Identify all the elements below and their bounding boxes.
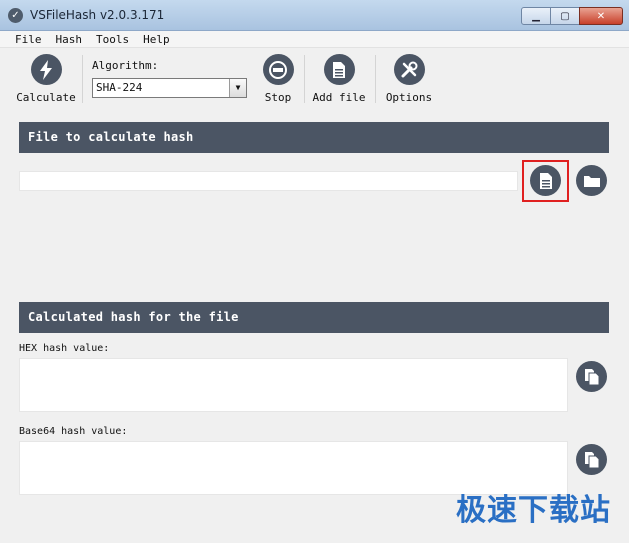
add-file-label: Add file — [312, 91, 366, 104]
stop-label: Stop — [264, 91, 292, 104]
minimize-icon: ▁ — [532, 10, 540, 22]
menu-help[interactable]: Help — [136, 31, 177, 47]
toolbar: Calculate Algorithm: SHA-224 ▼ Stop Add … — [0, 49, 629, 107]
calculate-button[interactable]: Calculate — [14, 54, 78, 104]
base64-label: Base64 hash value: — [19, 426, 128, 437]
maximize-icon: ▢ — [560, 10, 570, 22]
menu-bar: File Hash Tools Help — [0, 31, 629, 48]
calculate-label: Calculate — [16, 91, 76, 104]
stop-icon — [262, 54, 294, 85]
menu-tools[interactable]: Tools — [89, 31, 136, 47]
file-path-input[interactable] — [19, 171, 518, 191]
file-panel-header: File to calculate hash — [19, 122, 609, 153]
tools-icon — [393, 54, 425, 85]
toolbar-separator — [82, 55, 83, 103]
copy-icon — [584, 451, 599, 468]
menu-hash[interactable]: Hash — [49, 31, 90, 47]
highlight-box — [522, 160, 569, 202]
lightning-icon — [30, 54, 62, 85]
app-icon: ✓ — [8, 8, 23, 23]
options-button[interactable]: Options — [384, 54, 434, 104]
close-icon: ✕ — [596, 10, 606, 22]
close-button[interactable]: ✕ — [579, 7, 623, 25]
add-file-button[interactable]: Add file — [312, 54, 366, 104]
watermark: 极速下载站 — [456, 493, 611, 528]
window-controls: ▁ ▢ ✕ — [521, 7, 623, 25]
menu-file[interactable]: File — [8, 31, 49, 47]
algorithm-select[interactable]: SHA-224 ▼ — [92, 78, 247, 98]
copy-hex-button[interactable] — [576, 361, 607, 392]
toolbar-separator — [375, 55, 376, 103]
document-icon — [323, 54, 355, 85]
toolbar-separator — [304, 55, 305, 103]
stop-button[interactable]: Stop — [256, 54, 300, 104]
algorithm-value: SHA-224 — [96, 81, 143, 94]
copy-icon — [584, 368, 599, 385]
options-label: Options — [385, 91, 433, 104]
browse-folder-button[interactable] — [576, 165, 607, 196]
chevron-down-icon[interactable]: ▼ — [229, 79, 246, 97]
copy-base64-button[interactable] — [576, 444, 607, 475]
maximize-button[interactable]: ▢ — [550, 7, 580, 25]
hash-panel-header: Calculated hash for the file — [19, 302, 609, 333]
minimize-button[interactable]: ▁ — [521, 7, 551, 25]
hex-label: HEX hash value: — [19, 343, 110, 354]
algorithm-label: Algorithm: — [92, 59, 159, 72]
folder-icon — [583, 175, 600, 187]
window-title: VSFileHash v2.0.3.171 — [30, 8, 165, 22]
title-bar[interactable]: ✓ VSFileHash v2.0.3.171 ▁ ▢ ✕ — [0, 0, 629, 31]
hex-output[interactable] — [19, 358, 568, 412]
